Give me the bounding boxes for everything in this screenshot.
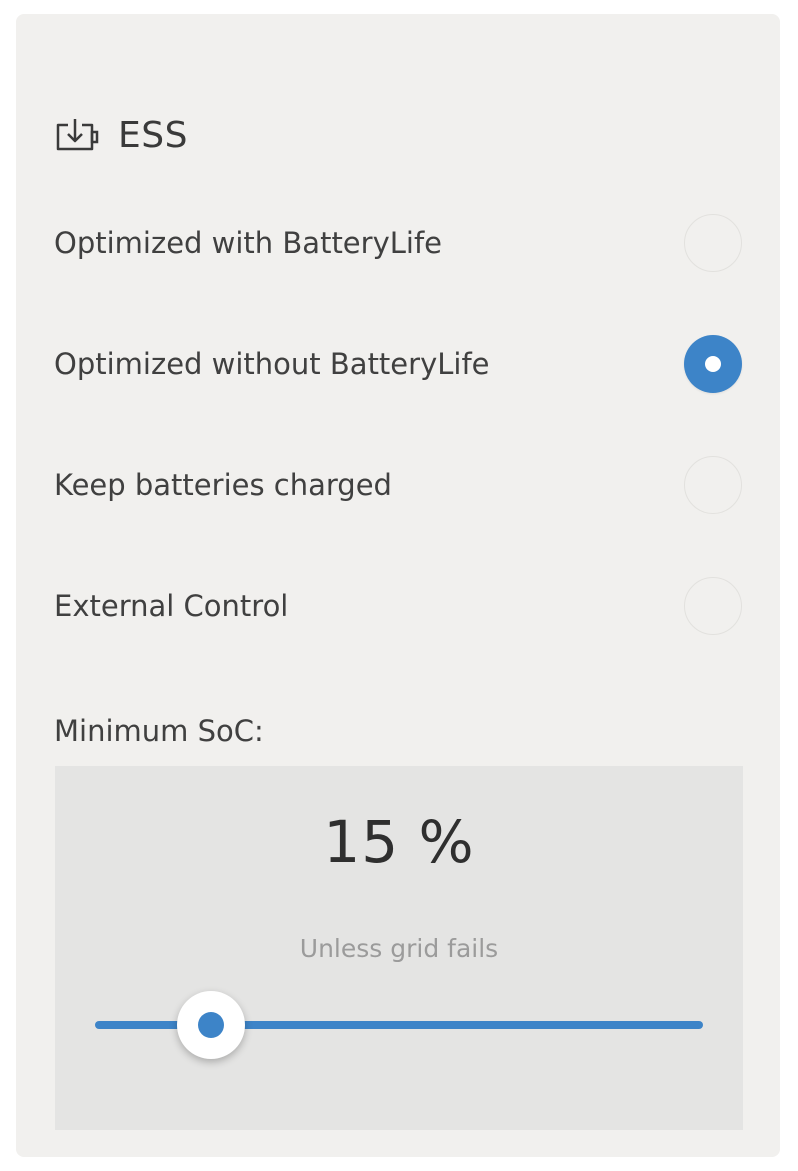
option-keep-batteries-charged[interactable]: Keep batteries charged xyxy=(54,450,744,520)
option-label: Optimized without BatteryLife xyxy=(54,347,490,381)
ess-title: ESS xyxy=(118,114,188,156)
minimum-soc-slider[interactable] xyxy=(95,991,703,1059)
minimum-soc-panel: 15 % Unless grid fails xyxy=(55,766,743,1130)
radio-button-selected[interactable] xyxy=(684,335,742,393)
ess-header: ESS xyxy=(54,110,188,160)
radio-button[interactable] xyxy=(684,456,742,514)
option-optimized-with-batterylife[interactable]: Optimized with BatteryLife xyxy=(54,208,744,278)
option-label: Keep batteries charged xyxy=(54,468,392,502)
radio-button[interactable] xyxy=(684,214,742,272)
minimum-soc-value: 15 % xyxy=(323,808,475,876)
battery-download-icon xyxy=(54,115,102,155)
minimum-soc-subtitle: Unless grid fails xyxy=(299,934,499,963)
option-label: Optimized with BatteryLife xyxy=(54,226,443,260)
minimum-soc-label: Minimum SoC: xyxy=(54,714,264,748)
slider-thumb[interactable] xyxy=(176,991,245,1059)
option-optimized-without-batterylife[interactable]: Optimized without BatteryLife xyxy=(54,329,744,399)
option-external-control[interactable]: External Control xyxy=(54,571,744,641)
radio-button[interactable] xyxy=(684,577,742,635)
option-label: External Control xyxy=(54,589,289,623)
ess-card: ESS Optimized with BatteryLife Optimized… xyxy=(16,14,780,1157)
